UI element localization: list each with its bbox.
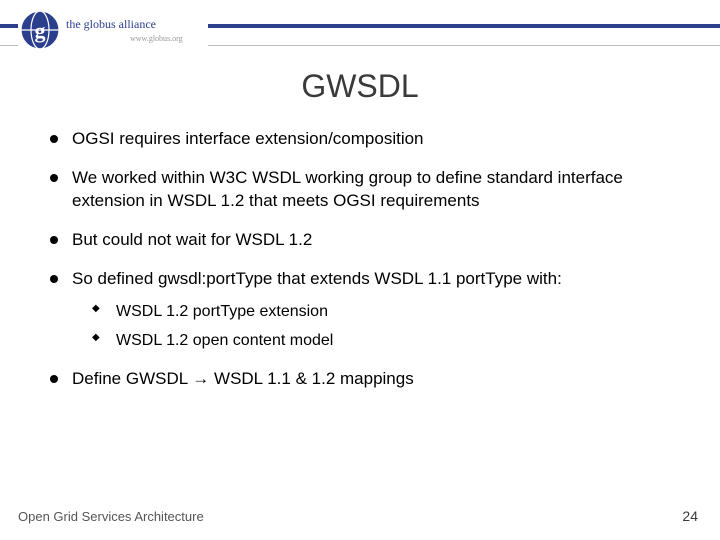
logo-url: www.globus.org — [130, 34, 183, 43]
bullet-text: We worked within W3C WSDL working group … — [72, 168, 623, 210]
bullet-item: But could not wait for WSDL 1.2 — [48, 229, 672, 252]
bullet-item: So defined gwsdl:portType that extends W… — [48, 268, 672, 352]
footer-text: Open Grid Services Architecture — [18, 509, 204, 524]
globus-logo: g the globus alliance www.globus.org — [18, 8, 208, 52]
sub-text: WSDL 1.2 portType extension — [116, 303, 328, 320]
page-number: 24 — [682, 508, 698, 524]
bullet-text: So defined gwsdl:portType that extends W… — [72, 269, 562, 288]
sub-list: WSDL 1.2 portType extension WSDL 1.2 ope… — [72, 301, 672, 352]
header: g the globus alliance www.globus.org — [0, 0, 720, 56]
bullet-text: OGSI requires interface extension/compos… — [72, 129, 424, 148]
logo-title: the globus alliance — [66, 17, 156, 31]
sub-item: WSDL 1.2 portType extension — [92, 301, 672, 323]
slide-title: GWSDL — [0, 68, 720, 105]
bullet-text: Define GWSDL → WSDL 1.1 & 1.2 mappings — [72, 369, 414, 388]
content-area: OGSI requires interface extension/compos… — [48, 128, 672, 407]
svg-text:g: g — [35, 18, 46, 43]
bullet-item: Define GWSDL → WSDL 1.1 & 1.2 mappings — [48, 368, 672, 391]
sub-text: WSDL 1.2 open content model — [116, 332, 333, 349]
slide: g the globus alliance www.globus.org GWS… — [0, 0, 720, 540]
sub-item: WSDL 1.2 open content model — [92, 330, 672, 352]
bullet-item: We worked within W3C WSDL working group … — [48, 167, 672, 213]
bullet-item: OGSI requires interface extension/compos… — [48, 128, 672, 151]
bullet-text: But could not wait for WSDL 1.2 — [72, 230, 312, 249]
bullet-list: OGSI requires interface extension/compos… — [48, 128, 672, 391]
